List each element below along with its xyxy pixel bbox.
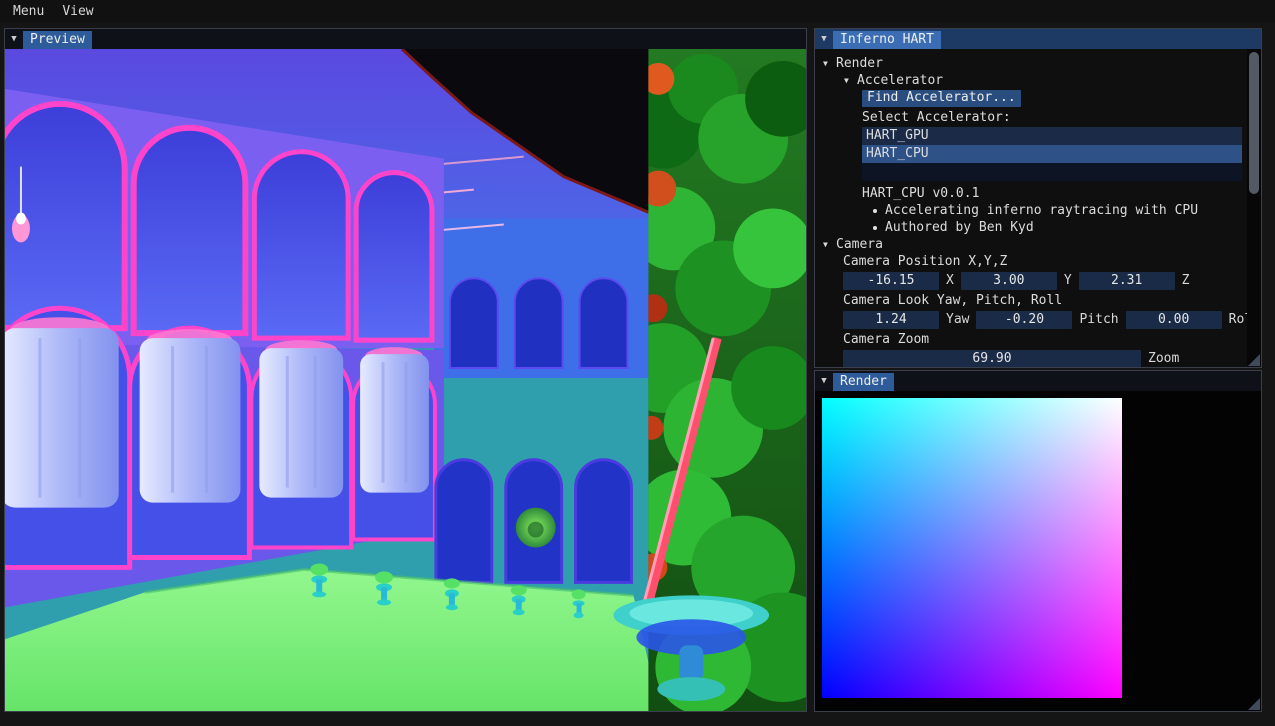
chevron-down-icon: ▼ [823,59,836,68]
accelerator-option-hart-gpu[interactable]: HART_GPU [862,127,1242,145]
camera-position-y-label: Y [1064,273,1072,288]
render-window: ▼ Render [814,370,1262,712]
accelerator-bullet-item: Authored by Ben Kyd [862,219,1247,236]
camera-position-z-field[interactable]: 2.31 [1079,272,1175,290]
preview-render-viewport[interactable] [5,49,806,711]
menu-item-menu[interactable]: Menu [4,2,53,21]
preview-render-image [5,49,806,711]
tree-node-accelerator[interactable]: ▼ Accelerator [844,72,1247,89]
field-value: 1.24 [875,312,906,327]
preview-window: ▼ Preview [4,28,807,712]
accelerator-option-hart-cpu[interactable]: HART_CPU [862,145,1242,163]
tree-node-render-label: Render [836,56,883,71]
field-value: 2.31 [1111,273,1142,288]
collapse-arrow-icon[interactable]: ▼ [5,34,23,44]
camera-pitch-field[interactable]: -0.20 [976,311,1072,329]
menu-item-view[interactable]: View [53,2,102,21]
camera-roll-field[interactable]: 0.00 [1126,311,1222,329]
accelerator-listbox[interactable]: HART_GPU HART_CPU [862,127,1242,181]
accelerator-version-text-value: HART_CPU v0.0.1 [862,186,979,201]
field-value: 69.90 [972,351,1011,366]
field-value: -16.15 [868,273,915,288]
field-value: 0.00 [1158,312,1189,327]
render-output [822,398,1122,698]
chevron-down-icon: ▼ [823,240,836,249]
preview-title-tab[interactable]: Preview [23,31,92,49]
app-root: Menu View ▼ Preview [0,0,1275,726]
camera-yaw-label: Yaw [946,312,969,327]
camera-position-x-label: X [946,273,954,288]
field-value: 3.00 [993,273,1024,288]
accelerator-version-text: HART_CPU v0.0.1 [862,185,1247,202]
bullet-icon [873,226,877,230]
camera-position-z-label: Z [1182,273,1190,288]
camera-position-label: Camera Position X,Y,Z [843,253,1247,270]
bullet-text: Authored by Ben Kyd [885,220,1034,235]
select-accelerator-label-text: Select Accelerator: [862,110,1011,125]
chevron-down-icon: ▼ [844,76,857,85]
tree-node-accelerator-label: Accelerator [857,73,943,88]
bullet-icon [873,209,877,213]
field-value: -0.20 [1005,312,1044,327]
collapse-arrow-icon[interactable]: ▼ [815,34,833,44]
render-content [815,391,1261,711]
inspector-title-bar: ▼ Inferno HART [815,29,1261,49]
menu-bar: Menu View [0,0,1275,22]
collapse-arrow-icon[interactable]: ▼ [815,376,833,386]
camera-position-x-field[interactable]: -16.15 [843,272,939,290]
inspector-title-tab[interactable]: Inferno HART [833,31,941,49]
camera-zoom-row: 69.90 Zoom [843,349,1247,367]
select-accelerator-label: Select Accelerator: [862,109,1247,126]
accelerator-bullet-item: Accelerating inferno raytracing with CPU [862,202,1247,219]
camera-pitch-label: Pitch [1079,312,1118,327]
tree-node-camera[interactable]: ▼ Camera [823,236,1247,253]
resize-grip[interactable] [1248,698,1260,710]
camera-look-label-text: Camera Look Yaw, Pitch, Roll [843,293,1062,308]
render-title-bar: ▼ Render [815,371,1261,391]
camera-zoom-label: Camera Zoom [843,331,1247,348]
inspector-window: ▼ Inferno HART ▼ Render ▼ Accelerator Fi… [814,28,1262,368]
camera-zoom-field-label: Zoom [1148,351,1179,366]
camera-position-y-field[interactable]: 3.00 [961,272,1057,290]
preview-title-bar: ▼ Preview [5,29,806,49]
camera-yaw-field[interactable]: 1.24 [843,311,939,329]
camera-zoom-label-text: Camera Zoom [843,332,929,347]
inspector-content: ▼ Render ▼ Accelerator Find Accelerator.… [815,49,1247,367]
camera-roll-label: Roll [1229,312,1247,327]
find-accelerator-button[interactable]: Find Accelerator... [862,90,1021,107]
camera-look-row: 1.24 Yaw -0.20 Pitch 0.00 Roll [843,310,1247,329]
scrollbar-thumb[interactable] [1249,52,1259,194]
render-title-tab[interactable]: Render [833,373,894,391]
tree-node-camera-label: Camera [836,237,883,252]
camera-look-label: Camera Look Yaw, Pitch, Roll [843,292,1247,309]
tree-node-render[interactable]: ▼ Render [823,55,1247,72]
camera-position-label-text: Camera Position X,Y,Z [843,254,1007,269]
resize-grip[interactable] [1248,354,1260,366]
camera-position-row: -16.15 X 3.00 Y 2.31 Z [843,271,1247,290]
camera-zoom-field[interactable]: 69.90 [843,350,1141,368]
scrollbar[interactable] [1247,49,1261,366]
bullet-text: Accelerating inferno raytracing with CPU [885,203,1198,218]
